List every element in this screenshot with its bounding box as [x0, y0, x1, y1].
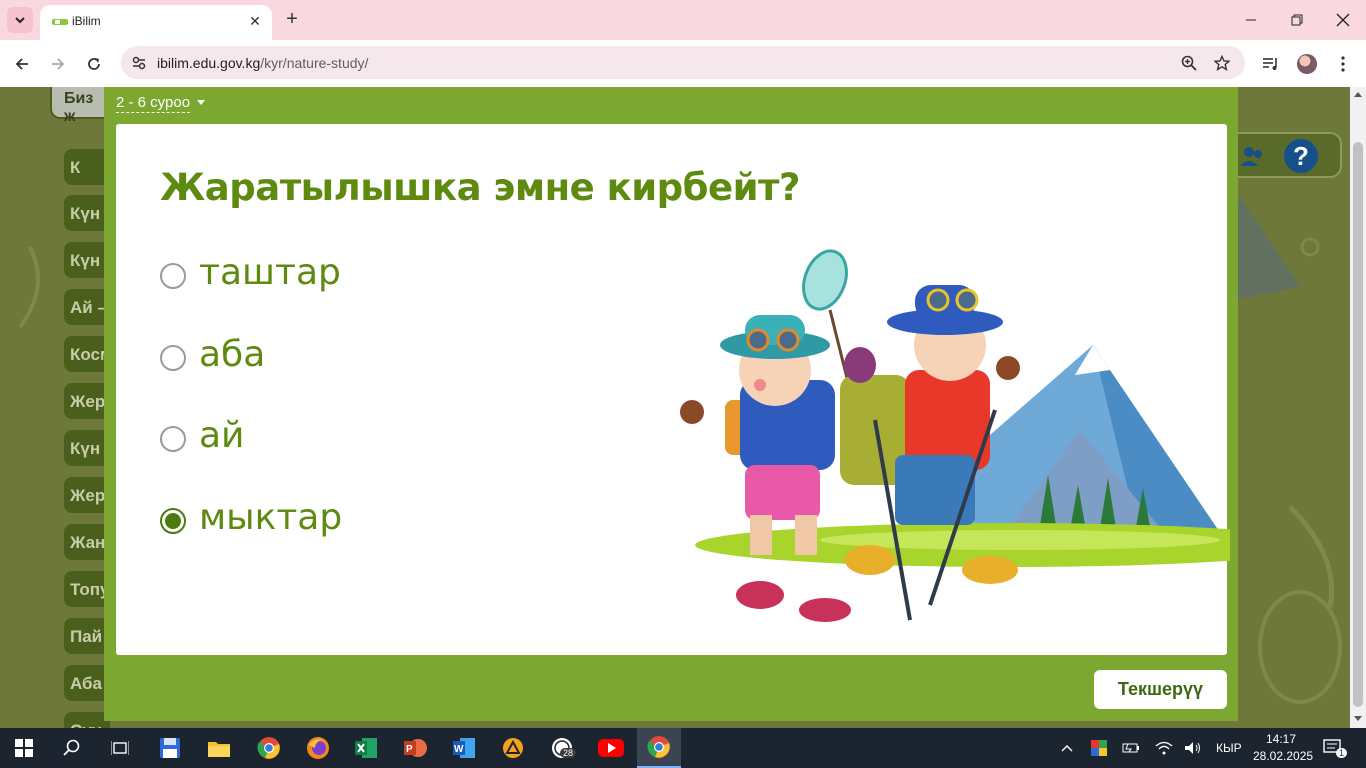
- floppy-disk-icon: [160, 738, 180, 758]
- tray-wifi[interactable]: [1152, 728, 1176, 768]
- tab-title: iBilim: [72, 14, 101, 28]
- wifi-icon: [1155, 741, 1173, 755]
- taskbar-powerpoint[interactable]: P: [393, 728, 437, 768]
- task-view-button[interactable]: [98, 728, 142, 768]
- speaker-icon: [1185, 742, 1200, 754]
- notification-center-button[interactable]: 1: [1316, 728, 1350, 768]
- tab-search-button[interactable]: [7, 7, 33, 33]
- chrome-icon: [647, 736, 670, 758]
- avatar: [1297, 54, 1317, 74]
- check-answer-button[interactable]: Текшерүү: [1094, 670, 1227, 709]
- url-text[interactable]: ibilim.edu.gov.kg/kyr/nature-study/: [157, 55, 368, 71]
- forward-button[interactable]: [45, 51, 71, 77]
- answer-label[interactable]: аба: [199, 334, 265, 375]
- dropdown-caret-icon[interactable]: [197, 100, 205, 105]
- search-icon: [63, 739, 80, 756]
- clock-time[interactable]: 14:17: [1266, 732, 1296, 746]
- colorful-app-icon: [1091, 740, 1107, 756]
- address-bar[interactable]: ibilim.edu.gov.kg/kyr/nature-study/: [121, 46, 1245, 79]
- ibilim-favicon-icon: [52, 19, 68, 25]
- radio-button[interactable]: [160, 263, 186, 289]
- answer-label[interactable]: таштар: [199, 252, 341, 293]
- chevron-down-icon: [15, 17, 25, 24]
- taskbar-youtube[interactable]: [589, 728, 633, 768]
- question-text: Жаратылышка эмне кирбейт?: [160, 166, 800, 209]
- restore-button[interactable]: [1274, 0, 1320, 40]
- chrome-icon: [257, 737, 280, 759]
- browser-tab[interactable]: iBilim ✕: [40, 5, 272, 40]
- svg-text:P: P: [406, 744, 413, 755]
- media-control-icon[interactable]: [1259, 52, 1283, 76]
- help-button[interactable]: ?: [1284, 139, 1318, 173]
- powerpoint-icon: P: [404, 739, 427, 757]
- whatsapp-badge: 28: [560, 748, 577, 758]
- users-icon[interactable]: [1240, 144, 1266, 168]
- svg-text:W: W: [454, 744, 464, 755]
- site-info-icon[interactable]: [129, 53, 149, 73]
- taskbar-excel[interactable]: [344, 728, 388, 768]
- close-icon: [1336, 13, 1350, 27]
- search-button[interactable]: [50, 728, 94, 768]
- back-button[interactable]: [9, 51, 35, 77]
- tray-battery[interactable]: [1119, 728, 1143, 768]
- url-path: /kyr/nature-study/: [260, 55, 369, 71]
- triangle-app-icon: [503, 738, 523, 758]
- close-window-button[interactable]: [1320, 0, 1366, 40]
- radio-button[interactable]: [160, 426, 186, 452]
- taskbar-chrome-active[interactable]: [637, 728, 681, 768]
- page-scrollbar[interactable]: [1350, 87, 1366, 728]
- scroll-thumb[interactable]: [1353, 142, 1363, 707]
- windows-taskbar: P W 28 КЫР 14:17 28.02.2025 1: [0, 728, 1366, 768]
- scroll-up-arrow[interactable]: [1354, 92, 1362, 97]
- task-view-icon: [111, 741, 129, 755]
- arrow-right-icon: [52, 58, 65, 70]
- zoom-icon[interactable]: [1179, 53, 1199, 73]
- tray-app-icon[interactable]: [1087, 728, 1111, 768]
- word-icon: W: [453, 738, 475, 758]
- folder-icon: [208, 742, 230, 757]
- youtube-icon: [598, 739, 624, 757]
- new-tab-button[interactable]: +: [282, 9, 302, 31]
- notification-badge: 1: [1336, 748, 1348, 758]
- taskbar-firefox[interactable]: [296, 728, 340, 768]
- answer-label[interactable]: ай: [199, 415, 244, 456]
- reload-icon: [88, 58, 100, 70]
- reload-button[interactable]: [81, 51, 107, 77]
- excel-icon: [355, 738, 377, 758]
- chevron-up-icon: [1061, 745, 1073, 752]
- question-selector-dropdown[interactable]: 2 - 6 суроо: [116, 94, 191, 113]
- radio-button[interactable]: [160, 345, 186, 371]
- windows-logo-icon: [15, 739, 33, 757]
- arrow-left-icon: [15, 58, 28, 70]
- browser-menu-icon[interactable]: [1331, 52, 1355, 76]
- browser-tab-bar: iBilim ✕ +: [0, 0, 1366, 40]
- battery-icon: [1122, 743, 1139, 753]
- start-button[interactable]: [2, 728, 46, 768]
- top-nav-button[interactable]: Биз ж: [50, 87, 110, 125]
- radio-button[interactable]: [160, 508, 186, 534]
- browser-toolbar: ibilim.edu.gov.kg/kyr/nature-study/: [0, 40, 1366, 87]
- scroll-down-arrow[interactable]: [1354, 716, 1362, 721]
- taskbar-app-triangle[interactable]: [491, 728, 535, 768]
- clock-date[interactable]: 28.02.2025: [1253, 749, 1313, 763]
- restore-icon: [1291, 14, 1303, 26]
- tray-volume[interactable]: [1181, 728, 1205, 768]
- firefox-icon: [307, 737, 329, 759]
- bookmark-star-icon[interactable]: [1212, 53, 1232, 73]
- taskbar-whatsapp[interactable]: 28: [540, 728, 584, 768]
- taskbar-file-explorer[interactable]: [197, 728, 241, 768]
- hikers-illustration: [680, 249, 1230, 622]
- taskbar-chrome-1[interactable]: [247, 728, 291, 768]
- minimize-icon: [1246, 19, 1256, 21]
- tray-overflow-button[interactable]: [1055, 728, 1079, 768]
- taskbar-save-app[interactable]: [148, 728, 192, 768]
- profile-avatar[interactable]: [1295, 52, 1319, 76]
- minimize-button[interactable]: [1228, 0, 1274, 40]
- url-host: ibilim.edu.gov.kg: [157, 55, 261, 71]
- keyboard-language[interactable]: КЫР: [1216, 741, 1242, 755]
- answer-label[interactable]: мыктар: [199, 497, 342, 538]
- tab-close-icon[interactable]: ✕: [246, 12, 264, 30]
- taskbar-word[interactable]: W: [442, 728, 486, 768]
